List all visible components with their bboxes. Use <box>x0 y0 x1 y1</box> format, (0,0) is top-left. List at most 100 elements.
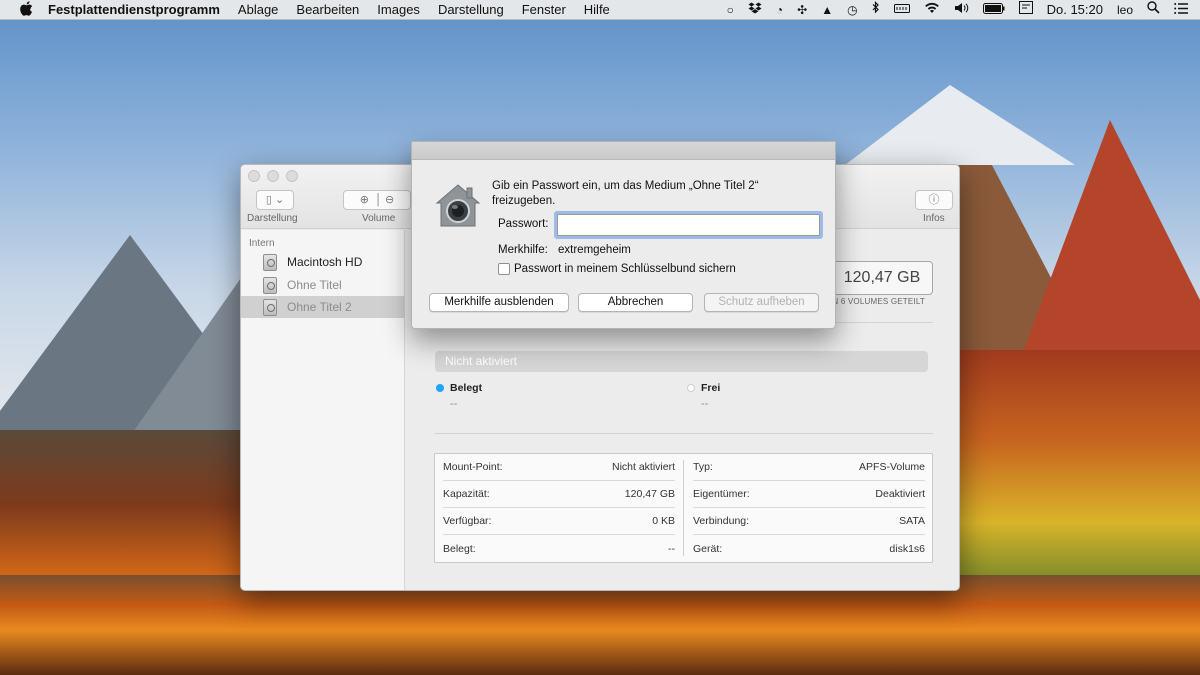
view-label: Darstellung <box>247 213 298 224</box>
wallpaper-hills-left <box>0 430 250 580</box>
disk-icon <box>263 276 277 294</box>
battery-icon[interactable] <box>982 0 1005 20</box>
circle-icon[interactable]: ○ <box>727 0 734 20</box>
menu-app-name[interactable]: Festplattendienstprogramm <box>48 2 220 17</box>
dialog-message: Gib ein Passwort ein, um das Medium „Ohn… <box>492 180 759 207</box>
info-key: Kapazität: <box>443 488 490 500</box>
wallpaper-hills-right <box>960 350 1200 580</box>
info-column-right: Typ: APFS-Volume Eigentümer: Deaktiviert… <box>685 454 925 562</box>
legend-frei-label: Frei <box>701 382 721 394</box>
dialog-titlebar <box>412 142 835 160</box>
divider <box>434 433 933 434</box>
upload-triangle-icon[interactable]: ▲ <box>821 0 833 20</box>
info-key: Belegt: <box>443 542 476 555</box>
menu-images[interactable]: Images <box>377 2 420 17</box>
zoom-window-button[interactable] <box>286 170 298 182</box>
capacity-box: 120,47 GB <box>831 261 933 295</box>
sidebar-item-macintosh-hd[interactable]: Macintosh HD <box>241 251 405 273</box>
history-icon[interactable]: ◷ <box>847 0 857 20</box>
hint-value: extremgeheim <box>558 244 631 256</box>
free-color-dot <box>687 384 695 392</box>
volume-info-table: Mount-Point: Nicht aktiviert Kapazität: … <box>434 453 933 563</box>
hide-hint-button[interactable]: Merkhilfe ausblenden <box>429 293 569 312</box>
dropbox-icon[interactable] <box>748 0 762 20</box>
info-row-typ: Typ: APFS-Volume <box>693 454 925 481</box>
disk-icon <box>263 253 277 271</box>
time-machine-icon[interactable]: ◔ <box>776 0 783 20</box>
info-value: SATA <box>899 515 925 527</box>
info-value: APFS-Volume <box>859 461 925 473</box>
used-color-dot <box>436 384 444 392</box>
keychain-checkbox-label[interactable]: Passwort in meinem Schlüsselbund sichern <box>514 263 736 275</box>
password-label: Passwort: <box>498 218 549 230</box>
menu-ablage[interactable]: Ablage <box>238 2 278 17</box>
info-column-left: Mount-Point: Nicht aktiviert Kapazität: … <box>435 454 675 562</box>
info-row-verbindung: Verbindung: SATA <box>693 508 925 535</box>
unlock-button[interactable]: Schutz aufheben <box>704 293 819 312</box>
unlock-password-dialog: Gib ein Passwort ein, um das Medium „Ohn… <box>411 141 836 329</box>
apple-icon[interactable] <box>16 0 36 19</box>
sidebar: Intern Macintosh HD Ohne Titel Ohne Tite… <box>241 230 405 590</box>
disk-icon <box>263 298 277 316</box>
sidebar-item-label: Macintosh HD <box>287 255 363 269</box>
info-value: Deaktiviert <box>875 488 925 500</box>
menu-fenster[interactable]: Fenster <box>522 2 566 17</box>
volume-buttons[interactable]: ⊕ │ ⊖ <box>343 190 411 210</box>
info-row-geraet: Gerät: disk1s6 <box>693 535 925 562</box>
free-value: -- <box>701 398 709 410</box>
info-row-belegt: Belegt: -- <box>443 535 675 562</box>
shared-volumes-note: ON 6 VOLUMES GETEILT <box>826 297 925 306</box>
used-value: -- <box>450 398 458 410</box>
bluetooth-icon[interactable] <box>872 0 880 20</box>
minimize-window-button[interactable] <box>267 170 279 182</box>
menu-darstellung[interactable]: Darstellung <box>438 2 504 17</box>
info-key: Typ: <box>693 461 713 473</box>
view-button[interactable]: ▯ ⌄ <box>256 190 294 210</box>
hint-label: Merkhilfe: <box>498 244 548 256</box>
info-key: Verfügbar: <box>443 515 492 527</box>
legend-belegt-label: Belegt <box>450 382 483 394</box>
keychain-checkbox[interactable] <box>498 263 510 275</box>
menubar-clock[interactable]: Do. 15:20 <box>1047 2 1103 17</box>
menu-hilfe[interactable]: Hilfe <box>584 2 610 17</box>
usage-bar: Nicht aktiviert <box>435 351 928 372</box>
close-window-button[interactable] <box>248 170 260 182</box>
info-key: Gerät: <box>693 542 723 555</box>
notification-center-icon[interactable] <box>1174 0 1188 20</box>
info-column-separator <box>683 460 684 556</box>
menu-bar: Festplattendienstprogramm Ablage Bearbei… <box>0 0 1200 20</box>
info-icon: ⓘ <box>928 194 940 206</box>
info-label: Infos <box>923 213 945 224</box>
sidebar-item-ohne-titel[interactable]: Ohne Titel <box>241 274 405 296</box>
info-value: 0 KB <box>652 515 675 527</box>
sidebar-item-label: Ohne Titel <box>287 278 342 292</box>
pinwheel-icon[interactable]: ✣ <box>797 0 807 20</box>
cancel-button[interactable]: Abbrechen <box>578 293 693 312</box>
password-field[interactable] <box>557 214 820 236</box>
wifi-icon[interactable] <box>924 0 940 20</box>
locked-house-icon <box>434 182 482 230</box>
volume-label: Volume <box>362 213 396 224</box>
info-row-eigentuemer: Eigentümer: Deaktiviert <box>693 481 925 508</box>
info-value: -- <box>668 542 675 555</box>
volume-icon[interactable] <box>954 0 969 20</box>
menubar-user[interactable]: leo <box>1117 0 1133 20</box>
wallpaper-snow-peak <box>845 85 1075 165</box>
info-key: Eigentümer: <box>693 488 750 500</box>
menu-bearbeiten[interactable]: Bearbeiten <box>296 2 359 17</box>
info-row-verfuegbar: Verfügbar: 0 KB <box>443 508 675 535</box>
sidebar-item-ohne-titel-2[interactable]: Ohne Titel 2 <box>241 296 405 318</box>
info-key: Verbindung: <box>693 515 750 527</box>
spotlight-icon[interactable] <box>1147 0 1160 20</box>
info-button[interactable]: ⓘ <box>915 190 953 210</box>
sidebar-item-label: Ohne Titel 2 <box>287 300 352 314</box>
add-volume-icon: ⊕ │ ⊖ <box>359 194 395 206</box>
sidebar-section-intern: Intern <box>249 238 275 249</box>
keychain-checkbox-row[interactable]: Passwort in meinem Schlüsselbund sichern <box>498 263 736 275</box>
legend-belegt: Belegt <box>436 382 482 394</box>
display-icon[interactable] <box>1018 0 1033 20</box>
memory-icon[interactable] <box>893 0 910 20</box>
info-row-kapazitaet: Kapazität: 120,47 GB <box>443 481 675 508</box>
info-key: Mount-Point: <box>443 461 503 473</box>
info-value: Nicht aktiviert <box>611 461 675 473</box>
